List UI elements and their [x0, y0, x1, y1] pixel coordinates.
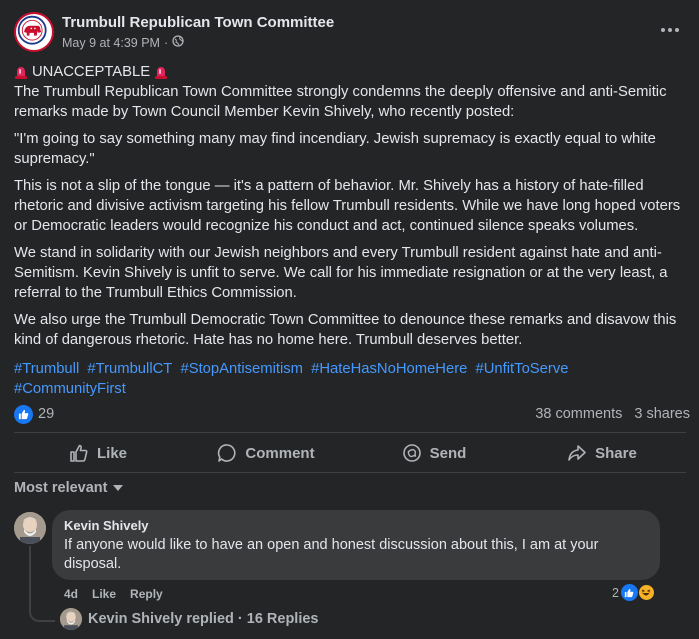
siren-icon [154, 65, 168, 79]
comment-bubble: Kevin Shively If anyone would like to ha… [52, 510, 660, 580]
divider [14, 432, 686, 433]
page-name[interactable]: Trumbull Republican Town Committee [62, 14, 334, 31]
post-header: Trumbull Republican Town Committee May 9… [14, 12, 686, 56]
replies-label: Kevin Shively replied · 16 Replies [88, 611, 319, 627]
hashtag-link[interactable]: #StopAntisemitism [180, 361, 303, 377]
comment-actions: 4d Like Reply [64, 587, 163, 601]
post-meta: May 9 at 4:39 PM · [62, 35, 184, 50]
post-date[interactable]: May 9 at 4:39 PM [62, 36, 160, 50]
comment-text: If anyone would like to have an open and… [64, 537, 599, 572]
hashtag-link[interactable]: #UnfitToServe [476, 361, 569, 377]
send-label: Send [429, 444, 467, 462]
like-reaction-icon [620, 584, 638, 601]
post-paragraph: The Trumbull Republican Town Committee s… [14, 84, 667, 120]
hashtag-link[interactable]: #Trumbull [14, 361, 79, 377]
comment-reaction-count: 2 [612, 585, 619, 600]
haha-reaction-icon [637, 584, 655, 601]
more-options-button[interactable] [658, 20, 682, 40]
comment-reply-button[interactable]: Reply [130, 587, 163, 601]
reaction-count[interactable]: 29 [38, 406, 54, 422]
more-dot-icon [661, 28, 665, 32]
share-label: Share [595, 444, 637, 462]
like-button[interactable]: Like [14, 436, 182, 470]
commenter-avatar[interactable] [14, 512, 46, 544]
comment-label: Comment [245, 444, 315, 462]
post-body: UNACCEPTABLE The Trumbull Republican Tow… [14, 62, 686, 357]
comment-author[interactable]: Kevin Shively [64, 518, 648, 533]
divider [14, 472, 686, 473]
like-label: Like [96, 444, 127, 462]
page-avatar[interactable] [14, 12, 54, 52]
comment-button[interactable]: Comment [182, 436, 350, 470]
send-button[interactable]: Send [350, 436, 518, 470]
post-headline: UNACCEPTABLE [14, 62, 686, 82]
headline-text: UNACCEPTABLE [32, 64, 151, 80]
sort-label: Most relevant [14, 480, 108, 496]
post-paragraph: We stand in solidarity with our Jewish n… [14, 245, 668, 301]
hashtag-link[interactable]: #HateHasNoHomeHere [311, 361, 467, 377]
more-dot-icon [675, 28, 679, 32]
engagement-counts: 38 comments 3 shares [535, 406, 690, 422]
globe-icon [172, 35, 184, 50]
view-replies-link[interactable]: Kevin Shively replied · 16 Replies [60, 608, 319, 630]
comment-like-button[interactable]: Like [92, 587, 116, 601]
comment-time[interactable]: 4d [64, 587, 78, 601]
comment-count[interactable]: 38 comments [535, 406, 622, 422]
post-actions: Like Comment Send Share [14, 436, 686, 470]
more-dot-icon [668, 28, 672, 32]
comment-sort-dropdown[interactable]: Most relevant [14, 480, 124, 496]
caret-down-icon [113, 485, 124, 491]
post-paragraph: We also urge the Trumbull Democratic Tow… [14, 312, 677, 348]
post-paragraph: "I'm going to say something many may fin… [14, 131, 656, 167]
messenger-icon [402, 444, 421, 462]
share-arrow-icon [568, 445, 586, 461]
hashtag-link[interactable]: #CommunityFirst [14, 381, 126, 397]
siren-icon [14, 65, 28, 79]
share-button[interactable]: Share [518, 436, 686, 470]
replier-avatar [60, 608, 82, 630]
comment-reactions[interactable]: 2 [612, 584, 655, 601]
post-stats: 29 38 comments 3 shares [14, 405, 690, 425]
meta-separator: · [163, 35, 169, 50]
thumbs-up-icon [70, 444, 88, 462]
hashtag-link[interactable]: #TrumbullCT [87, 361, 172, 377]
comment-bubble-icon [218, 444, 236, 462]
post-paragraph: This is not a slip of the tongue — it's … [14, 178, 681, 234]
share-count[interactable]: 3 shares [634, 406, 690, 422]
like-reaction-icon[interactable] [14, 405, 33, 424]
hashtag-list: #Trumbull #TrumbullCT #StopAntisemitism … [14, 359, 686, 399]
